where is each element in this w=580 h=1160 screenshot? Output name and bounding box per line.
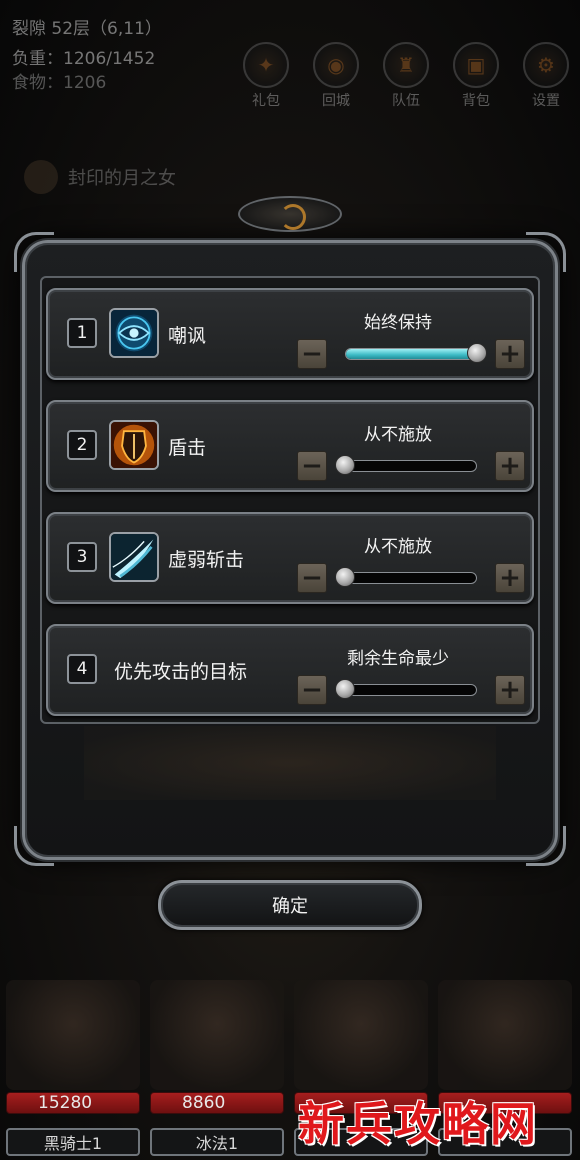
hp-value: 15280 (38, 1093, 93, 1113)
skill-name: 虚弱斩击 (168, 549, 245, 571)
nav-label: 背包 (462, 93, 490, 109)
background-hero-hint: 封印的月之女 (24, 160, 176, 194)
nav-gift-button[interactable]: ✦ 礼包 (242, 42, 290, 110)
site-watermark: 新兵攻略网 (298, 1097, 538, 1151)
skill-row-weakening-slash: 3 虚弱斩击 从不施放 − + (46, 512, 534, 604)
skill-row-shield-bash: 2 盾击 从不施放 − + (46, 400, 534, 492)
settings-icon: ⚙ (523, 42, 569, 88)
decrease-button[interactable]: − (297, 339, 327, 369)
increase-button[interactable]: + (495, 675, 525, 705)
slider-knob[interactable] (467, 343, 487, 363)
skill-index: 2 (67, 430, 97, 460)
increase-button[interactable]: + (495, 451, 525, 481)
target-priority-row: 4 优先攻击的目标 剩余生命最少 − + (46, 624, 534, 716)
skill-name: 嘲讽 (168, 325, 207, 347)
confirm-button[interactable]: 确定 (158, 880, 422, 930)
nav-settings-button[interactable]: ⚙ 设置 (522, 42, 570, 110)
gift-icon: ✦ (243, 42, 289, 88)
target-priority-setting: 剩余生命最少 (347, 649, 449, 669)
team-icon: ♜ (383, 42, 429, 88)
skill-index: 4 (67, 654, 97, 684)
cast-frequency-slider[interactable] (345, 572, 477, 584)
party-member-name[interactable]: 黑骑士1 (6, 1128, 140, 1156)
slider-knob[interactable] (335, 679, 355, 699)
skill-row-taunt: 1 嘲讽 始终保持 − + (46, 288, 534, 380)
nav-team-button[interactable]: ♜ 队伍 (382, 42, 430, 110)
cast-frequency-slider[interactable] (345, 348, 477, 360)
weakening-slash-icon (109, 532, 159, 582)
skill-index: 1 (67, 318, 97, 348)
return-city-icon: ◉ (313, 42, 359, 88)
location-text: 裂隙 52层（6,11） (12, 19, 162, 39)
party-portrait[interactable] (294, 980, 428, 1090)
increase-button[interactable]: + (495, 339, 525, 369)
load-text: 负重：1206/1452 (12, 49, 156, 69)
frame-corner (14, 232, 54, 272)
party-portrait[interactable] (150, 980, 284, 1090)
hero-name: 封印的月之女 (68, 168, 176, 189)
slider-knob[interactable] (335, 455, 355, 475)
skill-index: 3 (67, 542, 97, 572)
dialog-crest-icon (238, 196, 342, 232)
nav-label: 礼包 (252, 93, 280, 109)
skill-name: 盾击 (168, 437, 207, 459)
decrease-button[interactable]: − (297, 451, 327, 481)
hp-value: 8860 (182, 1093, 226, 1113)
frame-corner (14, 826, 54, 866)
skill-setting-label: 始终保持 (364, 313, 432, 333)
taunt-eye-icon (109, 308, 159, 358)
slider-fill (346, 349, 476, 359)
decrease-button[interactable]: − (297, 563, 327, 593)
decrease-button[interactable]: − (297, 675, 327, 705)
dialog-background-art (84, 726, 496, 800)
nav-label: 设置 (532, 93, 560, 109)
target-priority-slider[interactable] (345, 684, 477, 696)
cast-frequency-slider[interactable] (345, 460, 477, 472)
increase-button[interactable]: + (495, 563, 525, 593)
hero-avatar (24, 160, 58, 194)
nav-label: 队伍 (392, 93, 420, 109)
party-portrait[interactable] (6, 980, 140, 1090)
backpack-icon: ▣ (453, 42, 499, 88)
top-nav: ✦ 礼包 ◉ 回城 ♜ 队伍 ▣ 背包 ⚙ 设置 (242, 42, 570, 110)
frame-corner (526, 232, 566, 272)
nav-label: 回城 (322, 93, 350, 109)
food-text: 食物：1206 (12, 73, 107, 93)
shield-bash-icon (109, 420, 159, 470)
target-priority-label: 优先攻击的目标 (114, 661, 248, 683)
skill-setting-label: 从不施放 (364, 425, 432, 445)
nav-return-city-button[interactable]: ◉ 回城 (312, 42, 360, 110)
skill-setting-label: 从不施放 (364, 537, 432, 557)
slider-knob[interactable] (335, 567, 355, 587)
party-member-name[interactable]: 冰法1 (150, 1128, 284, 1156)
party-portrait[interactable] (438, 980, 572, 1090)
nav-backpack-button[interactable]: ▣ 背包 (452, 42, 500, 110)
